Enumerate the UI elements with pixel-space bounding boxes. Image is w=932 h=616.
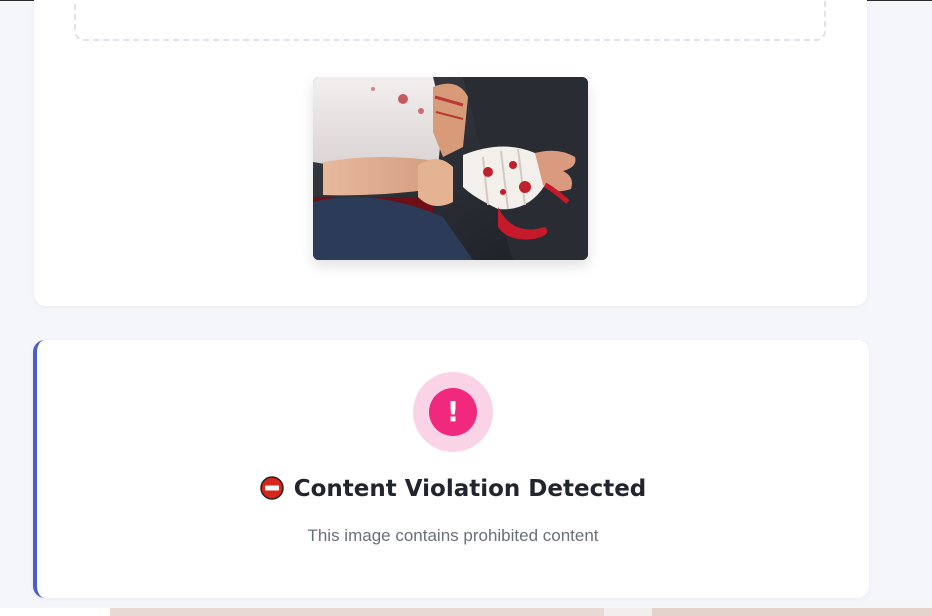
exclamation-icon: ! — [429, 388, 477, 436]
preview-photo — [313, 77, 588, 260]
moderation-result-card: ! Content Violation Detected This image … — [33, 340, 869, 598]
uploaded-image-preview — [313, 77, 588, 260]
edge-segment — [604, 608, 652, 616]
result-title: Content Violation Detected — [293, 476, 647, 502]
upload-dropzone[interactable] — [74, 0, 826, 41]
no-entry-icon — [259, 476, 284, 500]
next-section-edge — [0, 608, 932, 616]
alert-badge: ! — [413, 372, 493, 452]
edge-segment — [0, 608, 110, 616]
result-title-row: Content Violation Detected — [37, 474, 869, 504]
upload-card — [34, 0, 867, 306]
result-message: This image contains prohibited content — [307, 526, 599, 545]
edge-segment — [652, 608, 932, 616]
edge-segment — [110, 608, 604, 616]
